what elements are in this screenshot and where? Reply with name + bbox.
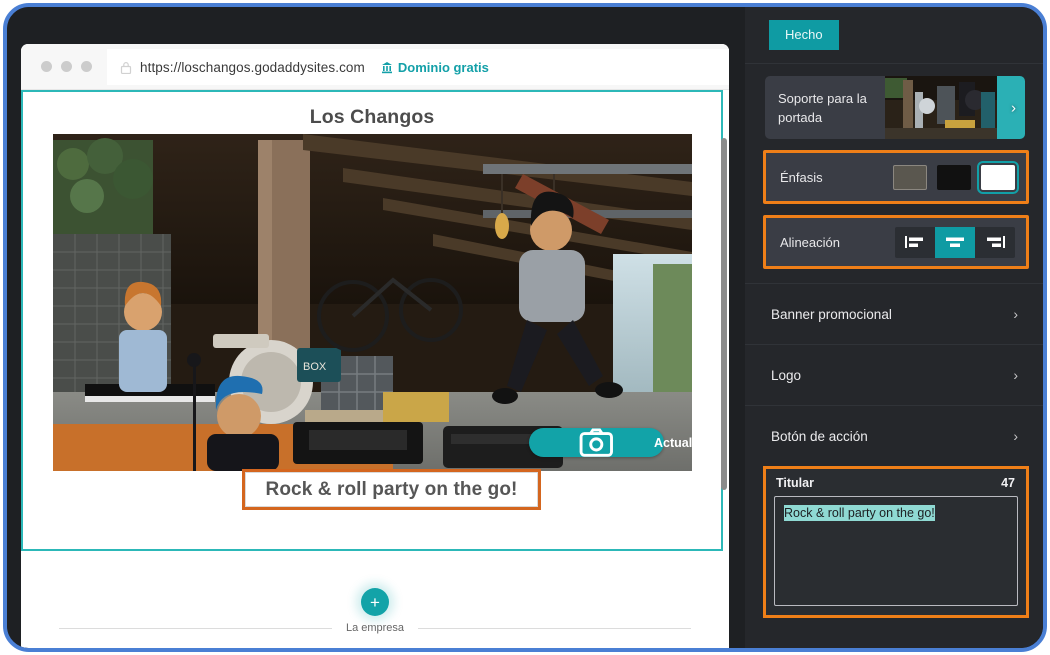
divider-rule-right [418, 627, 691, 629]
row-boton-de-accion[interactable]: Botón de acción › [745, 405, 1043, 466]
panel-header: Hecho [745, 7, 1043, 64]
row-action-button-label: Botón de acción [771, 428, 868, 444]
divider-rule-left [59, 627, 332, 629]
headline-text: Rock & roll party on the go! [245, 472, 538, 507]
emphasis-setting-highlight: Énfasis [763, 150, 1029, 204]
traffic-lights [41, 61, 92, 72]
cover-support-thumbnail: › [885, 76, 1025, 139]
align-center-button[interactable] [935, 226, 975, 258]
cover-photo[interactable]: BOX Actual [53, 134, 692, 471]
alignment-label: Alineación [780, 234, 840, 250]
panel-spacer [745, 269, 1043, 283]
cover-support-thumb-image [885, 76, 1025, 139]
emphasis-white-swatch[interactable] [977, 160, 1019, 194]
add-section-button[interactable]: + [361, 588, 389, 616]
cover-support-card[interactable]: Soporte para la portada › [765, 76, 1025, 139]
window-frame: https://loschangos.godaddysites.com Domi… [3, 3, 1047, 652]
chevron-right-icon: › [1011, 99, 1016, 116]
titular-char-count: 47 [1001, 476, 1015, 490]
chevron-right-icon: › [1013, 428, 1018, 444]
minimize-dot-icon[interactable] [61, 61, 72, 72]
align-right-icon [987, 236, 1005, 248]
url-text: https://loschangos.godaddysites.com [140, 59, 365, 75]
align-center-icon [946, 237, 964, 247]
align-left-button[interactable] [895, 226, 935, 258]
plus-icon: + [370, 592, 380, 612]
site-canvas: Los Changos BOX Actual Rock & roll party… [21, 90, 729, 648]
emphasis-label: Énfasis [780, 169, 823, 185]
site-title: Los Changos [309, 106, 435, 128]
cover-support-label: Soporte para la portada [778, 90, 867, 125]
row-banner-label: Banner promocional [771, 306, 892, 322]
section-divider-label: La empresa [59, 622, 691, 634]
zoom-dot-icon[interactable] [81, 61, 92, 72]
emphasis-gray-swatch[interactable] [893, 164, 927, 190]
row-logo[interactable]: Logo › [745, 344, 1043, 405]
done-button[interactable]: Hecho [769, 20, 839, 50]
svg-text:BOX: BOX [303, 361, 327, 373]
update-cover-label: Actualizar [654, 435, 692, 450]
free-domain-link[interactable]: Dominio gratis [381, 60, 489, 75]
window-inner: https://loschangos.godaddysites.com Domi… [7, 7, 1043, 648]
lock-icon [120, 61, 132, 74]
panel-body: Soporte para la portada › Énfasis Alinea… [745, 76, 1043, 618]
row-banner-promocional[interactable]: Banner promocional › [745, 283, 1043, 344]
editor-panel: Hecho Soporte para la portada › Énfasis … [745, 7, 1043, 648]
emphasis-row: Énfasis [766, 153, 1026, 201]
alignment-button-group [895, 226, 1015, 258]
titular-setting-highlight: Titular 47 Rock & roll party on the go! [763, 466, 1029, 618]
titular-label: Titular [776, 476, 814, 490]
address-bar[interactable]: https://loschangos.godaddysites.com Domi… [107, 49, 729, 85]
preview-scrollbar[interactable] [721, 138, 727, 490]
titular-textarea[interactable]: Rock & roll party on the go! [774, 496, 1018, 606]
titular-header: Titular 47 [774, 475, 1018, 496]
emphasis-swatches [893, 160, 1019, 194]
alignment-setting-highlight: Alineación [763, 215, 1029, 269]
screenshot-root: https://loschangos.godaddysites.com Domi… [0, 0, 1050, 655]
row-logo-label: Logo [771, 367, 802, 383]
close-dot-icon[interactable] [41, 61, 52, 72]
alignment-row: Alineación [766, 218, 1026, 266]
free-domain-label: Dominio gratis [397, 59, 489, 75]
cover-photo-image: BOX [53, 134, 692, 471]
bank-icon [381, 61, 392, 73]
site-preview: https://loschangos.godaddysites.com Domi… [21, 44, 729, 648]
chevron-right-icon: › [1013, 306, 1018, 322]
section-label: La empresa [345, 622, 405, 634]
chevron-right-icon: › [1013, 367, 1018, 383]
headline-highlight[interactable]: Rock & roll party on the go! [242, 469, 541, 510]
update-cover-button[interactable]: Actualizar [529, 428, 692, 457]
titular-value: Rock & roll party on the go! [784, 505, 935, 521]
emphasis-black-swatch[interactable] [937, 164, 971, 190]
camera-icon [580, 428, 614, 457]
align-left-icon [905, 236, 923, 248]
browser-chrome-bar: https://loschangos.godaddysites.com Domi… [21, 44, 729, 90]
align-right-button[interactable] [975, 226, 1015, 258]
selected-header-section[interactable]: Los Changos BOX Actual Rock & roll party… [21, 90, 723, 551]
